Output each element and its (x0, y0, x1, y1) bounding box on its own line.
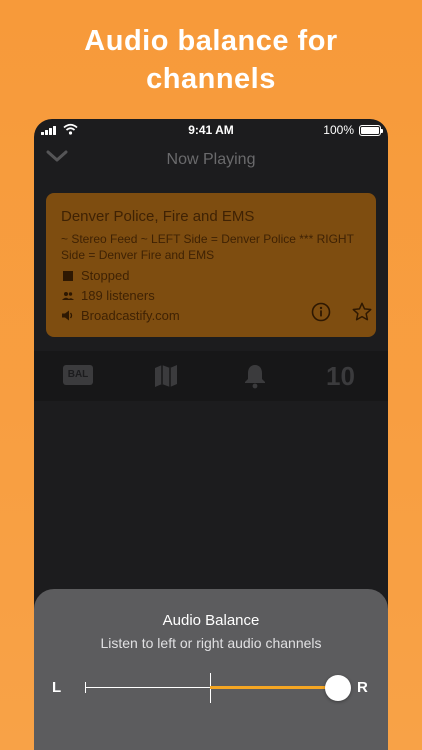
status-bar: 9:41 AM 100% (34, 119, 388, 141)
slider-fill (210, 686, 338, 689)
left-channel-label: L (52, 679, 62, 696)
people-icon (61, 291, 75, 301)
station-listeners-row: 189 listeners (61, 288, 155, 303)
station-source: Broadcastify.com (81, 308, 180, 323)
speaker-icon (61, 310, 75, 321)
headline-line-2: channels (146, 63, 276, 95)
station-description: ~ Stereo Feed ~ LEFT Side = Denver Polic… (61, 232, 354, 262)
player-toolbar: BAL 10 (34, 351, 388, 401)
stop-icon (61, 270, 75, 281)
slider-track (85, 687, 210, 688)
balance-button[interactable]: BAL (63, 365, 93, 385)
sleep-timer-value[interactable]: 10 (326, 361, 355, 392)
right-channel-label: R (357, 679, 368, 696)
sheet-title: Audio Balance (162, 612, 260, 629)
map-icon[interactable] (153, 363, 179, 389)
slider-thumb[interactable] (325, 675, 351, 701)
star-icon[interactable] (351, 301, 373, 323)
headline-line-1: Audio balance for (84, 25, 338, 57)
info-icon[interactable] (311, 302, 331, 322)
station-status: Stopped (81, 268, 130, 283)
nav-bar: Now Playing (34, 141, 388, 179)
balance-slider[interactable] (85, 673, 351, 703)
audio-balance-sheet: Audio Balance Listen to left or right au… (34, 589, 388, 750)
bell-icon[interactable] (243, 363, 267, 389)
nav-title: Now Playing (166, 151, 256, 168)
station-source-row: Broadcastify.com (61, 308, 180, 323)
station-status-row: Stopped (61, 268, 129, 283)
battery-icon (359, 125, 383, 136)
station-card[interactable]: Denver Police, Fire and EMS ~ Stereo Fee… (46, 193, 376, 337)
station-name: Denver Police, Fire and EMS (61, 208, 255, 225)
promo-headline: Audio balance for channels (0, 22, 422, 98)
battery-percent: 100% (323, 123, 354, 137)
station-listeners: 189 listeners (81, 288, 155, 303)
sheet-subtitle: Listen to left or right audio channels (100, 635, 322, 651)
